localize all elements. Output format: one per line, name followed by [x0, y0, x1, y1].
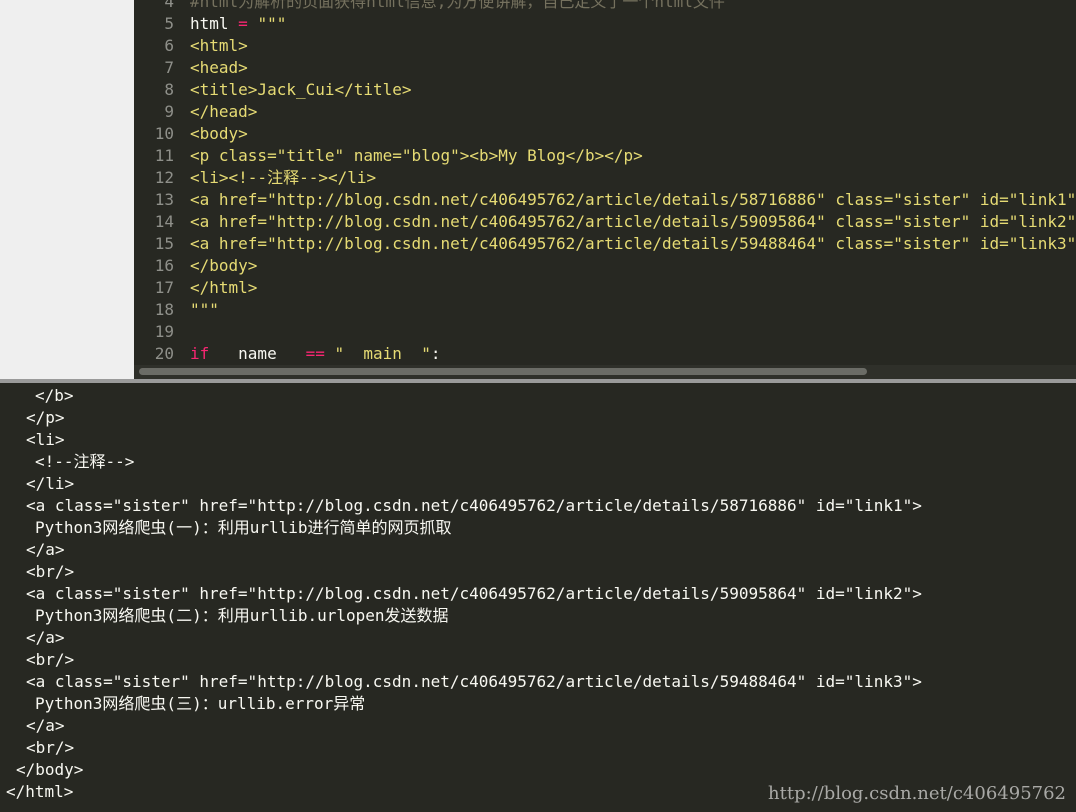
line-number: 16 [154, 256, 174, 275]
code-line: """ [190, 300, 219, 319]
string-token: " main " [324, 344, 431, 363]
code-line: <head> [190, 58, 248, 77]
line-number: 6 [164, 36, 174, 55]
left-blank-area [0, 0, 134, 379]
code-line: </body> [190, 256, 258, 275]
code-line: <html> [190, 36, 248, 55]
code-editor[interactable]: 4 5 6 7 8 9 10 11 12 13 14 15 16 17 18 1… [134, 0, 1076, 379]
line-number: 15 [154, 234, 174, 253]
output-line: <li> [26, 430, 65, 449]
output-line: </p> [26, 408, 65, 427]
line-number: 19 [154, 322, 174, 341]
output-line: <a class="sister" href="http://blog.csdn… [26, 496, 922, 515]
code-line: <a href="http://blog.csdn.net/c406495762… [190, 190, 1076, 209]
line-number: 4 [164, 0, 174, 11]
output-line: </a> [26, 716, 65, 735]
output-line: </body> [16, 760, 84, 779]
code-line: <title>Jack_Cui</title> [190, 80, 412, 99]
output-line: </b> [35, 386, 74, 405]
line-number: 11 [154, 146, 174, 165]
scrollbar-thumb[interactable] [139, 368, 867, 375]
line-number: 12 [154, 168, 174, 187]
operator-token: = [238, 14, 248, 33]
output-line: <a class="sister" href="http://blog.csdn… [26, 584, 922, 603]
output-line: <!--注释--> [35, 452, 135, 471]
code-line: </head> [190, 102, 258, 121]
code-area[interactable]: #html为解析的页面获得html信息,为方便讲解，自己定义了一个html文件 … [190, 0, 1076, 366]
code-line: <p class="title" name="blog"><b>My Blog<… [190, 146, 643, 165]
line-number: 13 [154, 190, 174, 209]
string-token: """ [247, 14, 287, 33]
output-line: </a> [26, 540, 65, 559]
code-line: </html> [190, 278, 258, 297]
line-number: 8 [164, 80, 174, 99]
line-number-gutter: 4 5 6 7 8 9 10 11 12 13 14 15 16 17 18 1… [134, 0, 174, 366]
code-line-if-main: if name == " main ": [190, 343, 440, 365]
output-line: <br/> [26, 562, 75, 581]
code-line: <a href="http://blog.csdn.net/c406495762… [190, 212, 1076, 231]
line-number: 18 [154, 300, 174, 319]
watermark: http://blog.csdn.net/c406495762 [768, 783, 1066, 804]
output-line: Python3网络爬虫(一)：利用urllib进行简单的网页抓取 [35, 518, 452, 537]
colon-token: : [430, 344, 441, 363]
line-number: 5 [164, 14, 174, 33]
line-number: 10 [154, 124, 174, 143]
output-line: </a> [26, 628, 65, 647]
line-number: 14 [154, 212, 174, 231]
output-line: </html> [6, 782, 74, 801]
code-line: <li><!--注释--></li> [190, 168, 377, 187]
keyword-token: if [190, 344, 210, 363]
output-line: Python3网络爬虫(二)：利用urllib.urlopen发送数据 [35, 606, 449, 625]
code-comment-line: #html为解析的页面获得html信息,为方便讲解，自己定义了一个html文件 [190, 0, 725, 11]
line-number: 20 [154, 344, 174, 363]
output-line: </li> [26, 474, 75, 493]
name-token: name [209, 344, 306, 363]
operator-token: == [305, 344, 325, 363]
output-line: <br/> [26, 650, 75, 669]
output-panel[interactable]: </b> </p> <li> <!--注释--> </li> <a class=… [0, 383, 1076, 812]
line-number: 7 [164, 58, 174, 77]
variable-token: html [190, 14, 239, 33]
code-line: <body> [190, 124, 248, 143]
output-line: Python3网络爬虫(三)：urllib.error异常 [35, 694, 366, 713]
code-line-html-assign: html = """ [190, 13, 286, 35]
code-line: <a href="http://blog.csdn.net/c406495762… [190, 234, 1076, 253]
horizontal-scrollbar[interactable] [134, 365, 1076, 379]
line-number: 17 [154, 278, 174, 297]
output-line: <br/> [26, 738, 75, 757]
line-number: 9 [164, 102, 174, 121]
output-line: <a class="sister" href="http://blog.csdn… [26, 672, 922, 691]
